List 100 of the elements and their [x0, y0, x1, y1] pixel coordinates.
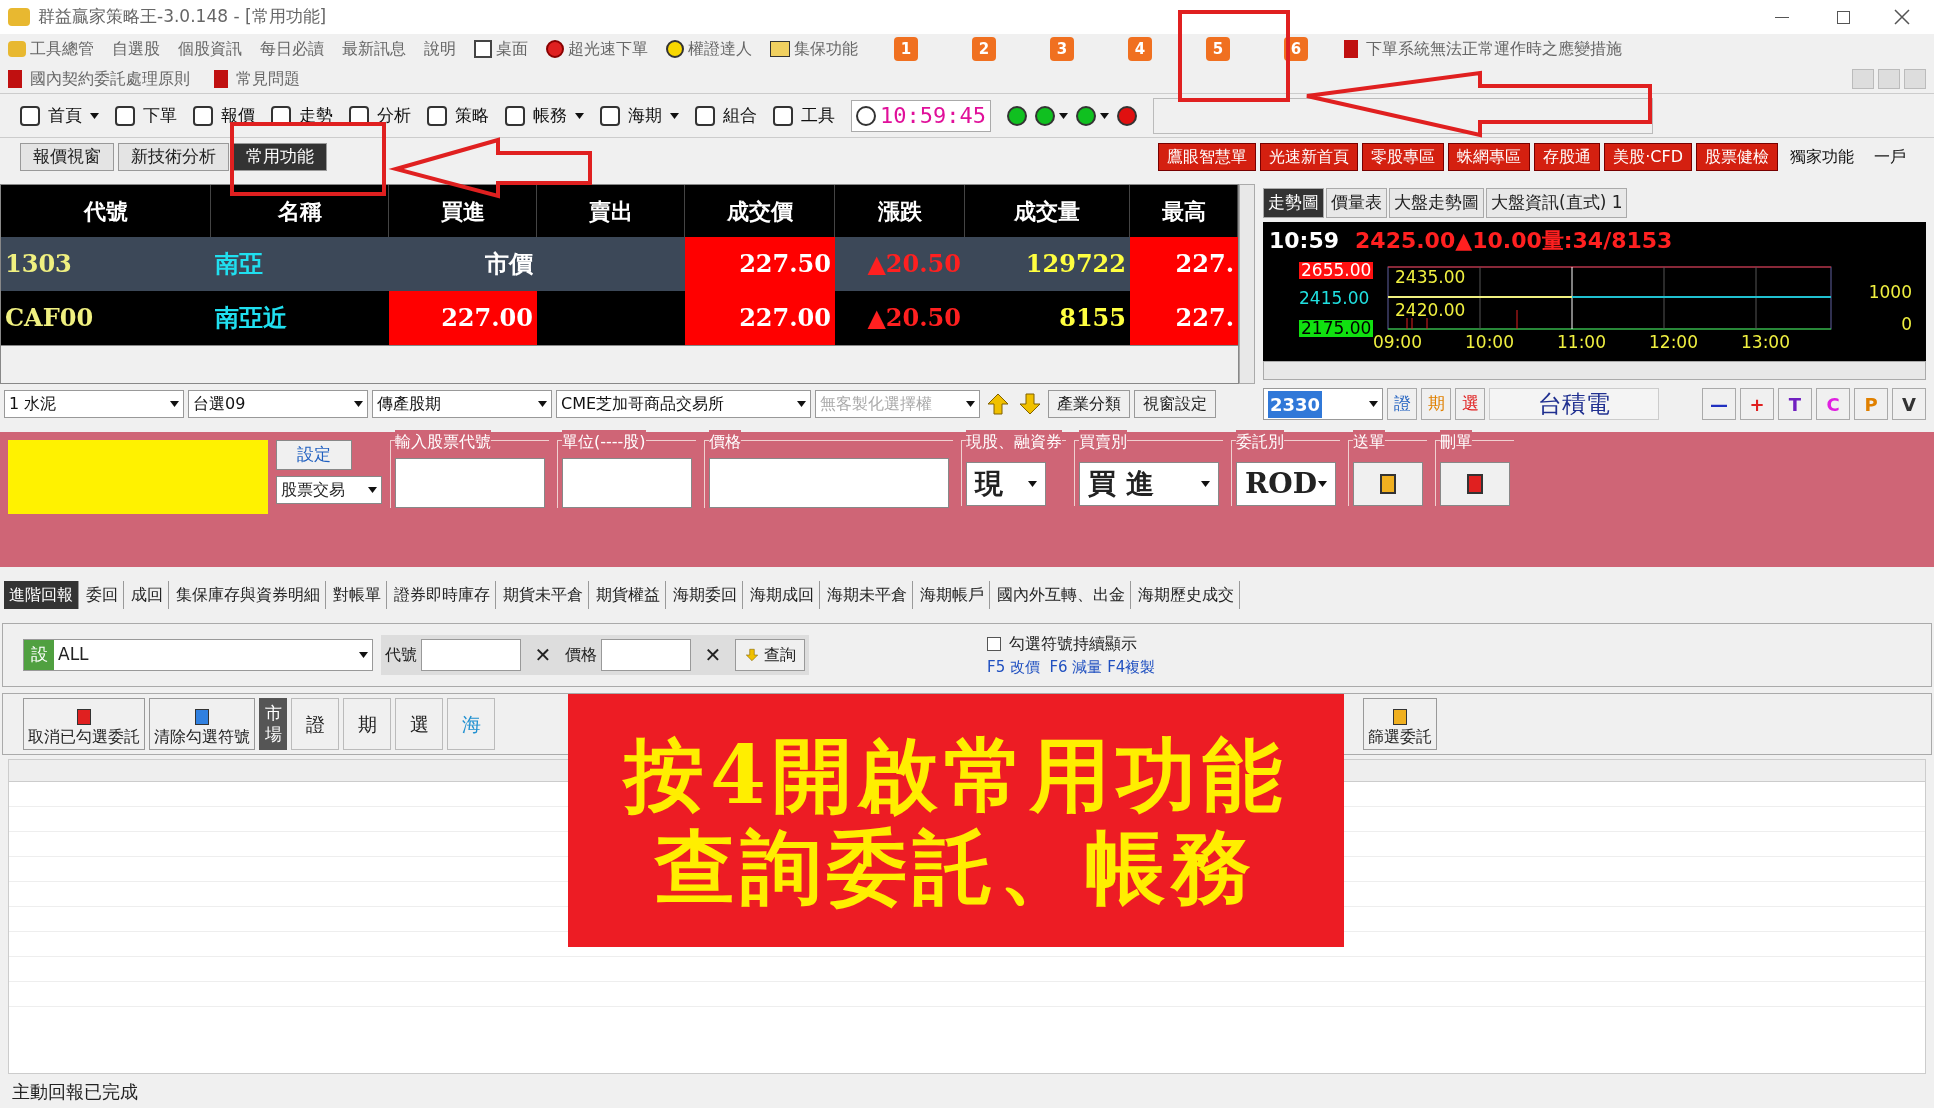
clear-button[interactable]: ✕ — [525, 639, 561, 671]
menu-item[interactable]: 每日必讀 — [260, 37, 324, 61]
menu-item[interactable]: 國內契約委託處理原則 — [30, 66, 190, 91]
menu-item[interactable]: 工具總管 — [30, 37, 94, 61]
market-tab[interactable]: 證 — [291, 698, 339, 750]
report-tab[interactable]: 海期帳戶 — [915, 581, 990, 609]
menu-item[interactable]: 說明 — [424, 37, 456, 61]
dropdown-select[interactable]: CME芝加哥商品交易所 — [556, 390, 811, 418]
dropdown-select[interactable]: ROD — [1236, 462, 1336, 506]
delete-order-button[interactable] — [1440, 462, 1510, 506]
menu-item[interactable]: 個股資訊 — [178, 37, 242, 61]
market-button[interactable]: 選 — [1455, 388, 1485, 421]
toolbar-button[interactable]: 策略 — [455, 102, 489, 129]
chart-tab[interactable]: 大盤走勢圖 — [1389, 188, 1484, 218]
quick-link-button[interactable]: 一戶 — [1866, 143, 1914, 171]
report-tab[interactable]: 證券即時庫存 — [389, 581, 496, 609]
menu-item[interactable]: 集保功能 — [794, 37, 858, 61]
toolbar-button[interactable]: 工具 — [801, 102, 835, 129]
action-button[interactable]: 取消已勾選委託 — [23, 698, 145, 750]
caret-icon — [1028, 481, 1037, 487]
report-tab[interactable]: 對帳單 — [328, 581, 387, 609]
report-tab[interactable]: 國內外互轉、出金 — [992, 581, 1131, 609]
checkbox[interactable] — [987, 636, 1001, 651]
input-field[interactable] — [562, 458, 692, 508]
action-button[interactable]: 清除勾選符號 — [149, 698, 255, 750]
report-tab[interactable]: 期貨權益 — [591, 581, 666, 609]
toolbar-button[interactable]: 組合 — [723, 102, 757, 129]
market-tab[interactable]: 選 — [395, 698, 443, 750]
document-icon — [1467, 474, 1483, 494]
quick-link-button[interactable]: 獨家功能 — [1782, 143, 1862, 171]
view-tab[interactable]: 報價視窗 — [20, 143, 114, 171]
quick-link-button[interactable]: 光速新首頁 — [1260, 143, 1359, 171]
input-field[interactable] — [709, 458, 949, 508]
settings-button[interactable]: 設定 — [276, 440, 352, 470]
close-icon[interactable] — [1894, 9, 1910, 25]
field-label: 代號 — [385, 644, 417, 666]
toolbar-button[interactable]: 下單 — [143, 102, 177, 129]
toolbar-button[interactable]: 視窗設定 — [1134, 390, 1216, 418]
report-tab[interactable]: 委回 — [81, 581, 124, 609]
report-tab[interactable]: 成回 — [126, 581, 169, 609]
account-field[interactable] — [8, 440, 268, 514]
chart-tab[interactable]: 走勢圖 — [1263, 188, 1324, 218]
minimize-icon[interactable] — [1775, 16, 1789, 18]
menu-item[interactable]: 權證達人 — [688, 37, 752, 61]
operation-button[interactable]: T — [1778, 388, 1812, 421]
quick-link-button[interactable]: 美股‧CFD — [1604, 143, 1692, 171]
operation-button[interactable]: + — [1740, 388, 1774, 421]
toolbar-button[interactable]: 產業分類 — [1048, 390, 1130, 418]
menu-item[interactable]: 最新訊息 — [342, 37, 406, 61]
market-button[interactable]: 證 — [1387, 388, 1417, 421]
operation-button[interactable]: — — [1702, 388, 1736, 421]
report-tab[interactable]: 集保庫存與資券明細 — [171, 581, 326, 609]
toolbar-button[interactable]: 分析 — [377, 102, 411, 129]
quote-row[interactable]: 1303 南亞 市價 227.50 ▲20.50 129722 227. — [1, 237, 1238, 291]
toolbar-button[interactable]: 海期 — [628, 102, 662, 129]
quick-link-button[interactable]: 股票健檢 — [1696, 143, 1778, 171]
action-button[interactable]: 篩選委託 — [1363, 698, 1437, 750]
window-icon — [474, 40, 492, 58]
quick-link-button[interactable]: 零股專區 — [1362, 143, 1445, 171]
chart-tab[interactable]: 大盤資訊(直式) 1 — [1486, 188, 1628, 218]
notice-link[interactable]: 下單系統無法正常運作時之應變措施 — [1366, 37, 1622, 61]
view-tab[interactable]: 新技術分析 — [118, 143, 229, 171]
report-tab[interactable]: 海期歷史成交 — [1133, 581, 1240, 609]
toolbar-button[interactable]: 帳務 — [533, 102, 567, 129]
report-tab[interactable]: 期貨未平倉 — [498, 581, 589, 609]
menu-item[interactable]: 常見問題 — [236, 66, 300, 91]
dropdown-select[interactable]: 台選09 — [188, 390, 368, 418]
dropdown-select[interactable]: 買 進 — [1079, 462, 1219, 506]
horizontal-scrollbar[interactable] — [1263, 360, 1926, 381]
chart-tab[interactable]: 價量表 — [1326, 188, 1387, 218]
dropdown-select[interactable]: 傳產股期 — [372, 390, 552, 418]
menu-item[interactable]: 自選股 — [112, 37, 160, 61]
market-tab[interactable]: 期 — [343, 698, 391, 750]
dropdown-select[interactable]: 現 — [966, 462, 1046, 506]
input-field[interactable] — [421, 639, 521, 671]
menu-item[interactable]: 桌面 — [496, 37, 528, 61]
report-tab[interactable]: 海期委回 — [668, 581, 743, 609]
quick-link-button[interactable]: 蛛網專區 — [1448, 143, 1531, 171]
vertical-scrollbar[interactable] — [1239, 184, 1255, 384]
clear-button[interactable]: ✕ — [695, 639, 731, 671]
restore-icon[interactable] — [1837, 10, 1850, 24]
time-label: 09:00 — [1373, 333, 1423, 351]
input-field[interactable] — [601, 639, 691, 671]
trade-type-select[interactable]: 股票交易 — [276, 476, 382, 504]
caret-icon — [368, 487, 377, 493]
view-tab[interactable]: 常用功能 — [233, 143, 327, 171]
menu-item[interactable]: 超光速下單 — [568, 37, 648, 61]
quick-link-button[interactable]: 鷹眼智慧單 — [1158, 143, 1257, 171]
toolbar-button[interactable]: 首頁 — [48, 102, 82, 129]
report-tab[interactable]: 海期未平倉 — [822, 581, 913, 609]
quote-cell: 227.00 — [389, 291, 537, 345]
query-button[interactable]: 查詢 — [735, 639, 805, 671]
send-order-button[interactable] — [1353, 462, 1423, 506]
input-field[interactable] — [395, 458, 545, 508]
report-tab[interactable]: 進階回報 — [4, 581, 79, 609]
operation-button[interactable]: V — [1892, 388, 1926, 421]
dropdown-select[interactable]: 1 水泥 — [4, 390, 184, 418]
report-tab[interactable]: 海期成回 — [745, 581, 820, 609]
stock-code-select[interactable]: 2330 — [1263, 388, 1383, 421]
quick-link-button[interactable]: 存股通 — [1534, 143, 1601, 171]
